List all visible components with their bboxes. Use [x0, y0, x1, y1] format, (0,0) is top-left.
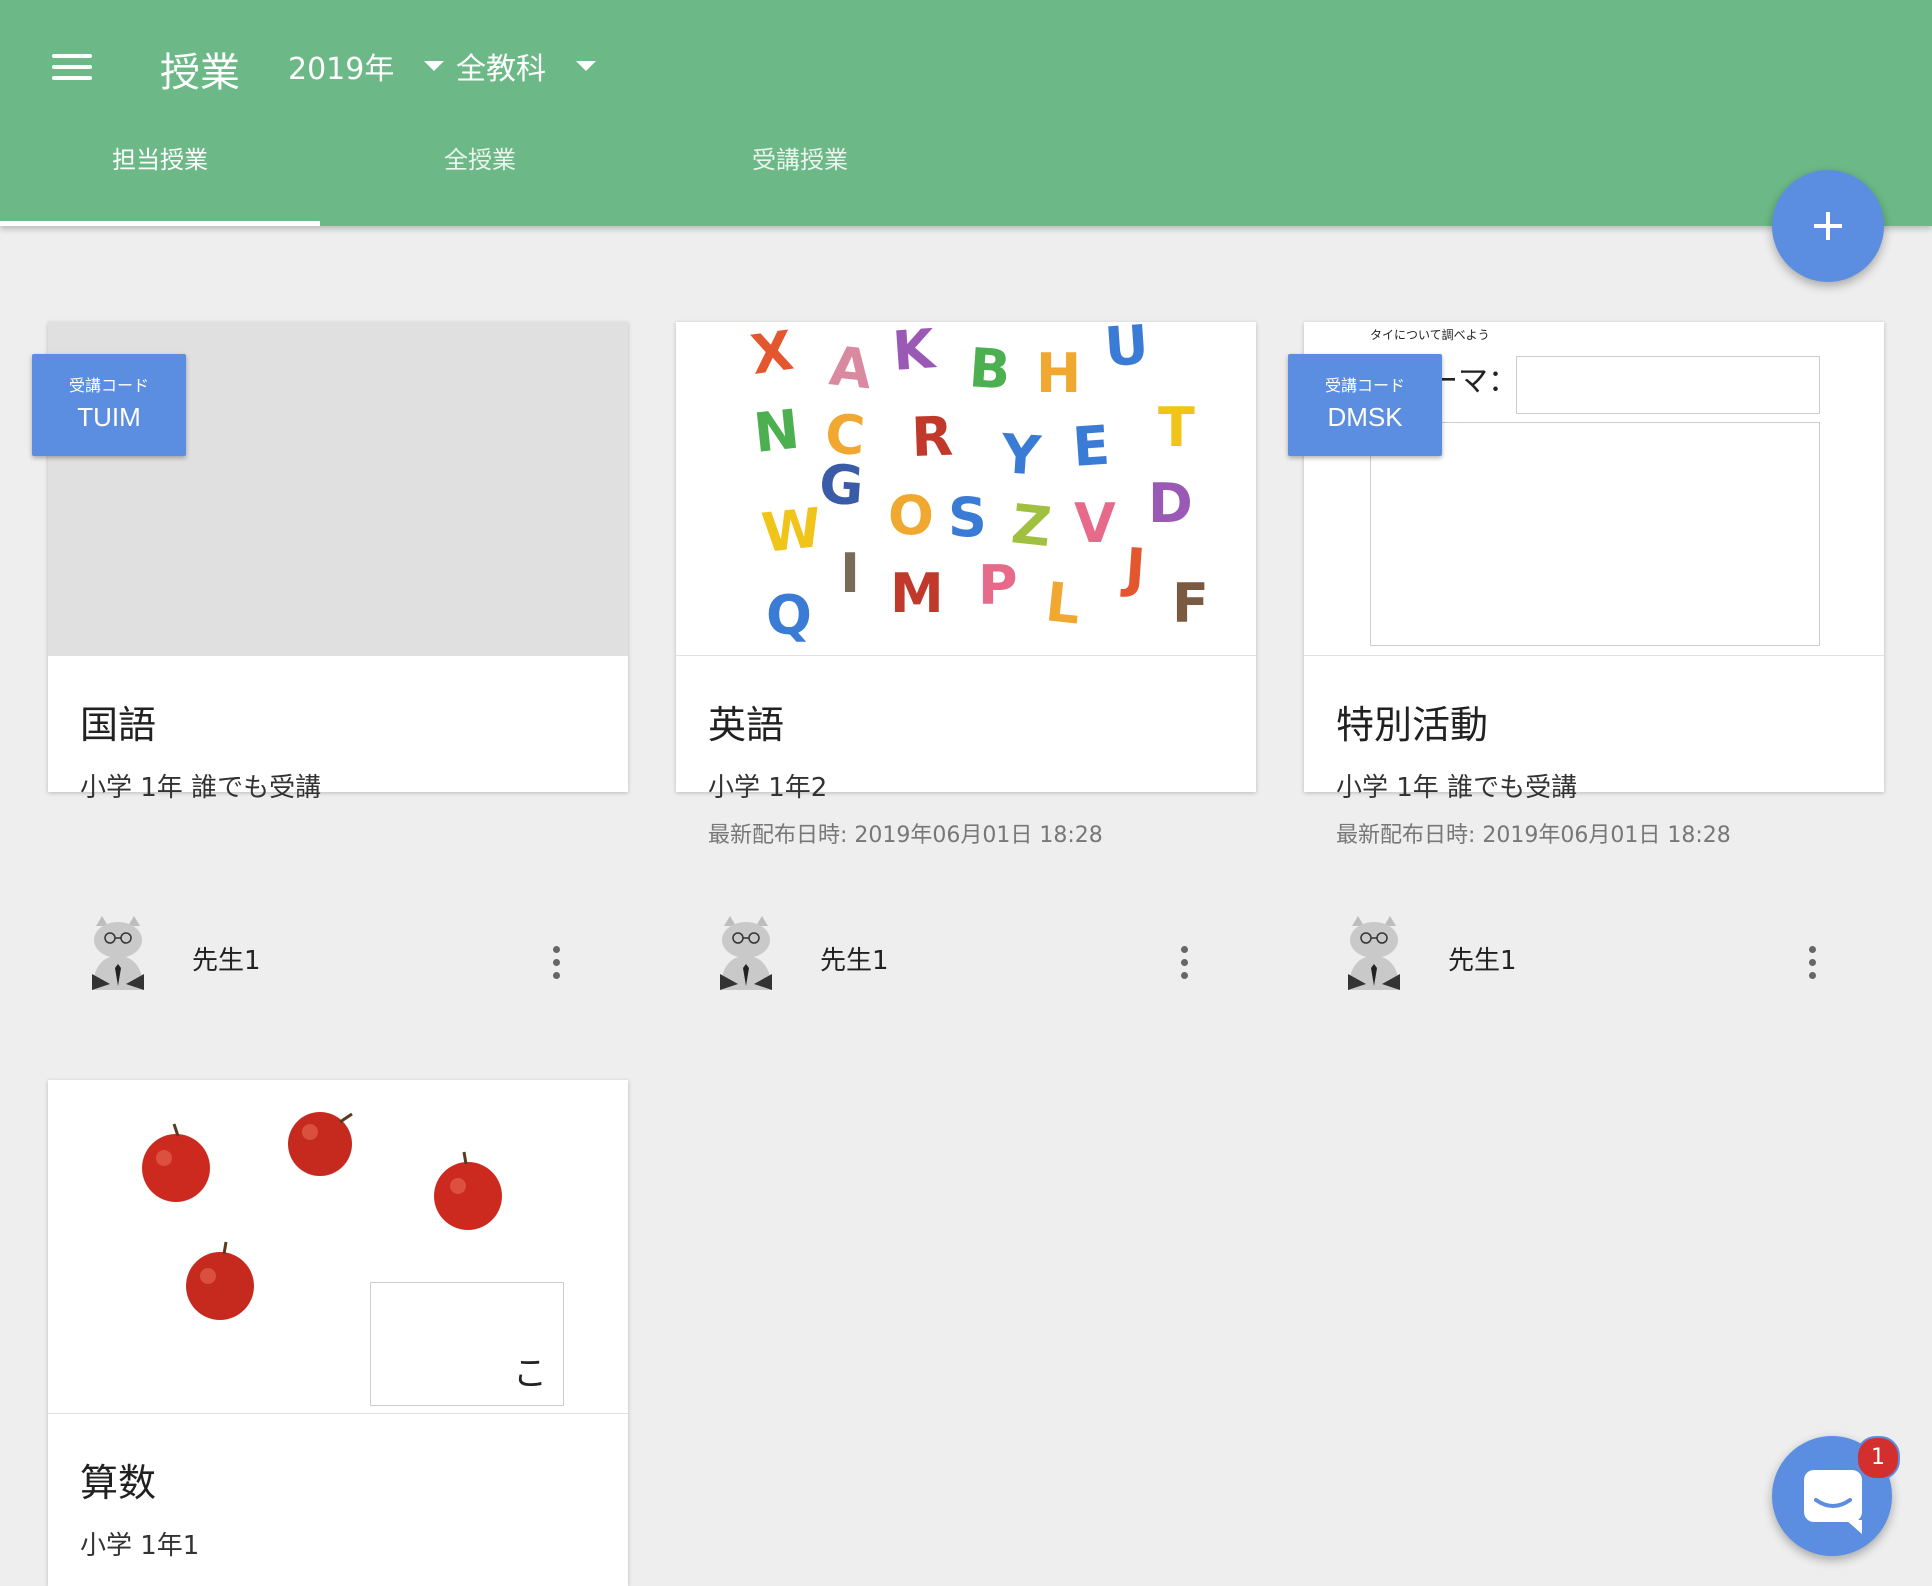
apple-icon — [288, 1112, 353, 1176]
alphabet-letter: Q — [766, 584, 812, 647]
teacher-avatar — [92, 916, 144, 990]
class-title: 特別活動 — [1336, 703, 1489, 747]
alphabet-letter: V — [1074, 492, 1116, 555]
alphabet-letter: F — [1172, 572, 1209, 635]
latest-distribution-date: 最新配布日時: 2019年06月01日 18:28 — [708, 823, 1103, 848]
class-card[interactable]: こ 算数 小学 1年1 — [48, 1080, 628, 1586]
class-thumbnail: こ — [48, 1080, 628, 1414]
alphabet-letter: H — [1036, 342, 1081, 405]
alphabet-letter: W — [759, 496, 825, 565]
alphabet-letter: J — [1119, 536, 1147, 601]
teacher-name: 先生1 — [1448, 946, 1517, 976]
subject-dropdown[interactable]: 全教科 — [456, 44, 596, 88]
teacher-avatar — [720, 916, 772, 990]
class-title: 算数 — [80, 1461, 157, 1505]
enrollment-code: DMSK — [1327, 402, 1403, 432]
subject-dropdown-label: 全教科 — [456, 52, 546, 87]
page-title: 授業 — [160, 50, 240, 96]
alphabet-letter: M — [890, 562, 944, 625]
enrollment-code-badge: 受講コード TUIM — [32, 354, 186, 456]
class-subtitle: 小学 1年 誰でも受講 — [80, 773, 322, 803]
class-subtitle: 小学 1年2 — [708, 773, 828, 803]
year-dropdown-label: 2019年 — [288, 52, 395, 87]
class-thumbnail: XAKBHUNCRYETGOSZVDWIMPLJFQ — [676, 322, 1256, 656]
alphabet-letter: K — [891, 322, 939, 383]
alphabet-letter: R — [910, 405, 954, 469]
latest-distribution-date: 最新配布日時: 2019年06月01日 18:28 — [1336, 823, 1731, 848]
teacher-avatar — [1348, 916, 1400, 990]
apple-icon — [186, 1241, 254, 1320]
alphabet-letter: A — [827, 334, 875, 401]
caret-down-icon — [576, 61, 596, 71]
teacher-name: 先生1 — [820, 946, 889, 976]
class-card[interactable]: XAKBHUNCRYETGOSZVDWIMPLJFQ 英語 小学 1年2 最新配… — [676, 322, 1256, 990]
more-options-icon[interactable] — [1804, 946, 1820, 986]
alphabet-illustration: X A K B H UN C R Y E TG O S Z V DWI M P LJFQ — [747, 322, 1209, 647]
alphabet-letter: T — [1158, 396, 1195, 459]
enrollment-code-label: 受講コード — [68, 376, 149, 395]
add-class-button[interactable] — [1772, 170, 1884, 282]
enrollment-code-label: 受講コード — [1324, 376, 1405, 395]
alphabet-letter: O — [888, 484, 934, 547]
apple-icon — [434, 1151, 502, 1230]
alphabet-letter: D — [1148, 472, 1193, 535]
alphabet-letter: P — [978, 554, 1018, 617]
enrollment-code-badge: 受講コード DMSK — [1288, 354, 1442, 456]
alphabet-letter: X — [747, 322, 797, 387]
alphabet-letter: B — [967, 336, 1012, 402]
caret-down-icon — [424, 61, 445, 71]
year-dropdown[interactable]: 2019年 — [288, 44, 445, 88]
alphabet-letter: Y — [998, 422, 1043, 488]
chat-button[interactable]: 1 — [1772, 1436, 1900, 1556]
more-options-icon[interactable] — [1176, 946, 1192, 986]
menu-icon[interactable] — [52, 52, 92, 82]
plus-icon — [1814, 212, 1842, 240]
unread-count-badge: 1 — [1856, 1436, 1900, 1480]
class-subtitle: 小学 1年 誰でも受講 — [1336, 773, 1578, 803]
alphabet-letter: I — [840, 542, 860, 605]
teacher-name: 先生1 — [192, 946, 261, 976]
alphabet-letter: L — [1043, 570, 1084, 636]
class-subtitle: 小学 1年1 — [80, 1531, 200, 1561]
worksheet-field-box — [1516, 356, 1820, 414]
worksheet-caption: タイについて調べよう — [1370, 328, 1490, 342]
alphabet-letter: Z — [1009, 492, 1055, 559]
class-title: 英語 — [708, 703, 785, 747]
more-options-icon[interactable] — [548, 946, 564, 986]
alphabet-letter: N — [751, 398, 803, 465]
app-bar: 授業 2019年 全教科 担当授業 全授業 受講授業 — [0, 0, 1932, 226]
tab-all-classes[interactable]: 全授業 — [320, 140, 640, 226]
tab-enrolled-classes[interactable]: 受講授業 — [640, 140, 960, 226]
alphabet-letter: U — [1103, 322, 1151, 379]
enrollment-code: TUIM — [77, 402, 141, 432]
tab-assigned-classes[interactable]: 担当授業 — [0, 140, 320, 226]
worksheet-box-char: こ — [513, 1354, 547, 1394]
class-title: 国語 — [80, 703, 157, 747]
alphabet-letter: E — [1071, 414, 1112, 479]
alphabet-letter: S — [948, 486, 987, 549]
apple-icon — [142, 1123, 210, 1202]
alphabet-letter: G — [817, 452, 866, 518]
worksheet-answer-box: こ — [370, 1282, 564, 1406]
